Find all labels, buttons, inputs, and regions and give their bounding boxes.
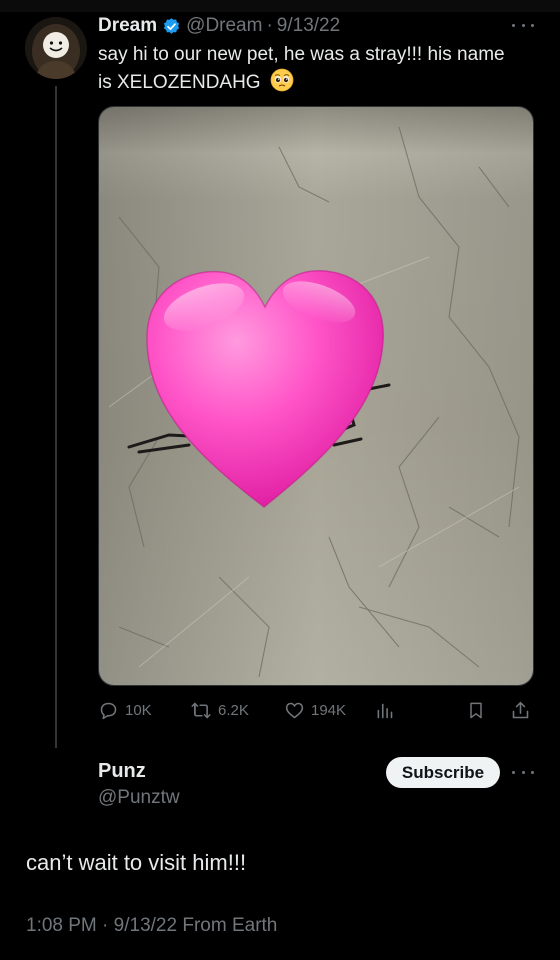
top-strip: [0, 0, 560, 12]
dream-avatar[interactable]: [25, 17, 87, 79]
views-bar-chart-icon: [377, 703, 393, 718]
subscribe-button[interactable]: Subscribe: [386, 757, 500, 788]
repost-count: 6.2K: [218, 701, 249, 719]
parent-tweet-text: say hi to our new pet, he was a stray!!!…: [98, 42, 518, 100]
meta-separator: ·: [102, 915, 109, 936]
views-button[interactable]: [374, 698, 401, 722]
reply-author-handle[interactable]: @Punztw: [98, 787, 180, 809]
author-handle[interactable]: @Dream: [186, 15, 262, 37]
reply-button[interactable]: 10K: [98, 698, 152, 722]
reply-date[interactable]: 9/13/22: [114, 915, 177, 936]
reply-more-options-icon[interactable]: [512, 767, 534, 777]
thread-connector-line: [55, 86, 57, 748]
bookmark-icon: [470, 702, 482, 718]
tweet-action-bar: 10K 6.2K 194K: [98, 698, 534, 722]
like-heart-icon: [285, 702, 304, 718]
repost-button[interactable]: 6.2K: [190, 698, 249, 722]
reply-tweet-text: can’t wait to visit him!!!: [26, 850, 247, 875]
reply-timestamp-line: 1:08 PM · 9/13/22 From Earth: [26, 915, 277, 937]
share-icon: [512, 701, 529, 718]
bookmark-button[interactable]: [466, 698, 492, 722]
repost-icon: [191, 702, 211, 718]
reply-icon: [100, 702, 117, 719]
pleading-face-emoji-icon: [270, 68, 294, 100]
reply-time[interactable]: 1:08 PM: [26, 915, 97, 936]
tweet-body: say hi to our new pet, he was a stray!!!…: [98, 44, 505, 93]
reply-source: From Earth: [182, 915, 278, 936]
reply-author-name[interactable]: Punz: [98, 760, 146, 783]
tweet-photo[interactable]: [98, 106, 534, 686]
reply-count: 10K: [125, 701, 152, 719]
parent-tweet-header: Dream @Dream · 9/13/22: [98, 14, 340, 38]
author-name[interactable]: Dream: [98, 15, 157, 37]
parent-more-options-icon[interactable]: [512, 20, 534, 30]
tweet-date[interactable]: 9/13/22: [277, 15, 340, 37]
verified-badge-icon: [162, 17, 181, 36]
like-button[interactable]: 194K: [284, 698, 346, 722]
share-button[interactable]: [510, 698, 537, 722]
like-count: 194K: [311, 701, 347, 719]
header-separator: ·: [266, 15, 273, 36]
